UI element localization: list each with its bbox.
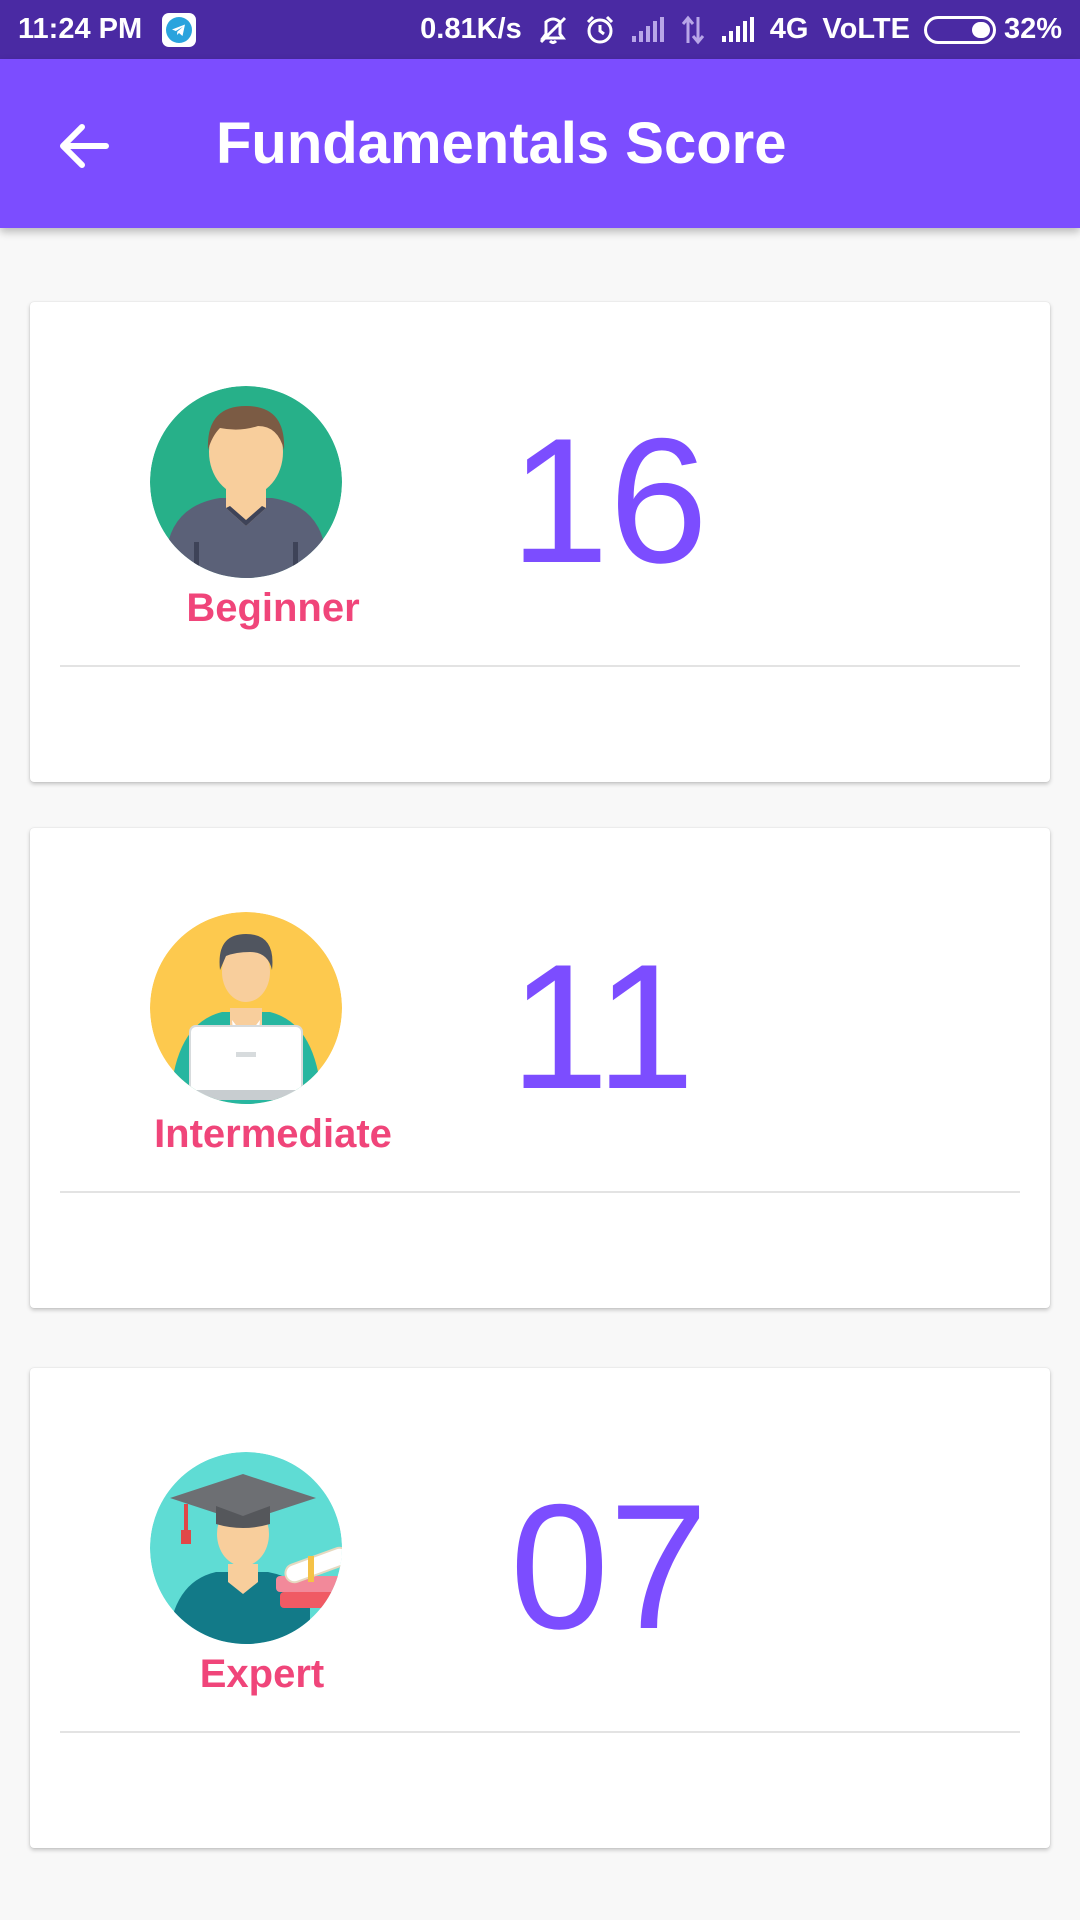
battery-percent: 32% (1003, 13, 1062, 45)
score-card-expert[interactable]: Expert 07 (30, 1368, 1050, 1848)
score-value: 16 (510, 401, 708, 600)
beginner-avatar-icon (150, 386, 342, 578)
network-speed: 0.81K/s (420, 13, 522, 45)
level-label: Expert (199, 1652, 325, 1696)
signal-full-icon (720, 16, 756, 44)
intermediate-avatar-icon (150, 912, 342, 1104)
divider (60, 1191, 1020, 1193)
mute-vibrate-icon (536, 14, 570, 46)
back-button[interactable] (52, 114, 116, 178)
status-bar: 11:24 PM 0.81K/s 4G VoLTE 32% (0, 0, 1080, 59)
status-time: 11:24 PM (18, 13, 143, 45)
level-label: Intermediate (154, 1112, 392, 1156)
expert-avatar-icon (150, 1452, 342, 1644)
telegram-icon (162, 12, 197, 47)
divider (60, 1731, 1020, 1733)
score-value: 11 (510, 927, 695, 1126)
divider (60, 665, 1020, 667)
app-bar: Fundamentals Score (0, 59, 1080, 228)
page-title: Fundamentals Score (216, 111, 787, 176)
score-card-intermediate[interactable]: Intermediate 11 (30, 828, 1050, 1308)
volte-label: VoLTE (822, 13, 910, 45)
arrow-back-icon (60, 124, 109, 168)
alarm-icon (584, 14, 616, 46)
signal-icon (630, 16, 666, 44)
score-card-beginner[interactable]: Beginner 16 (30, 302, 1050, 782)
data-arrows-icon (680, 15, 706, 45)
level-label: Beginner (186, 586, 360, 630)
score-value: 07 (510, 1467, 708, 1666)
network-type: 4G (769, 13, 809, 45)
battery-icon (923, 15, 996, 44)
